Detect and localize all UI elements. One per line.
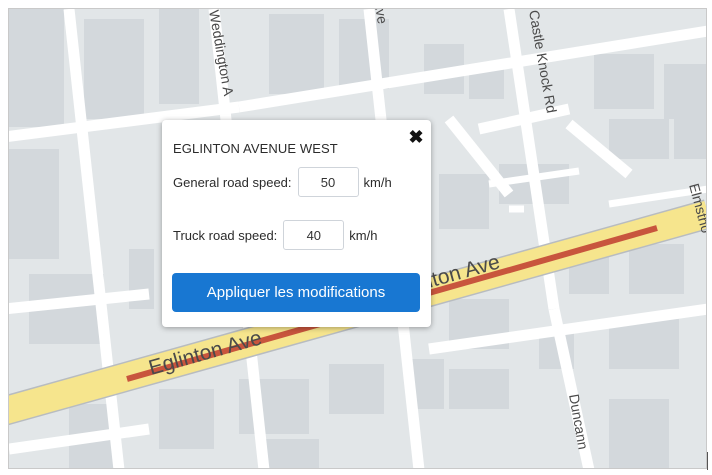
close-icon[interactable]: ✖ [408, 128, 424, 146]
text-cursor-mark [707, 452, 708, 470]
road-name-title: EGLINTON AVENUE WEST [173, 141, 338, 156]
general-speed-row: General road speed: km/h [173, 167, 392, 197]
general-speed-unit: km/h [363, 174, 392, 190]
truck-speed-label: Truck road speed: [173, 227, 278, 243]
apply-changes-button[interactable]: Appliquer les modifications [172, 273, 420, 312]
general-speed-label: General road speed: [173, 174, 292, 190]
truck-speed-unit: km/h [349, 227, 378, 243]
truck-speed-row: Truck road speed: km/h [173, 220, 377, 250]
truck-speed-input[interactable] [283, 220, 345, 250]
road-speed-popup: EGLINTON AVENUE WEST ✖ General road spee… [162, 120, 431, 327]
map-view[interactable]: Eglinton Ave Eglinton Ave Weddington A A… [8, 8, 707, 469]
general-speed-input[interactable] [297, 167, 359, 197]
